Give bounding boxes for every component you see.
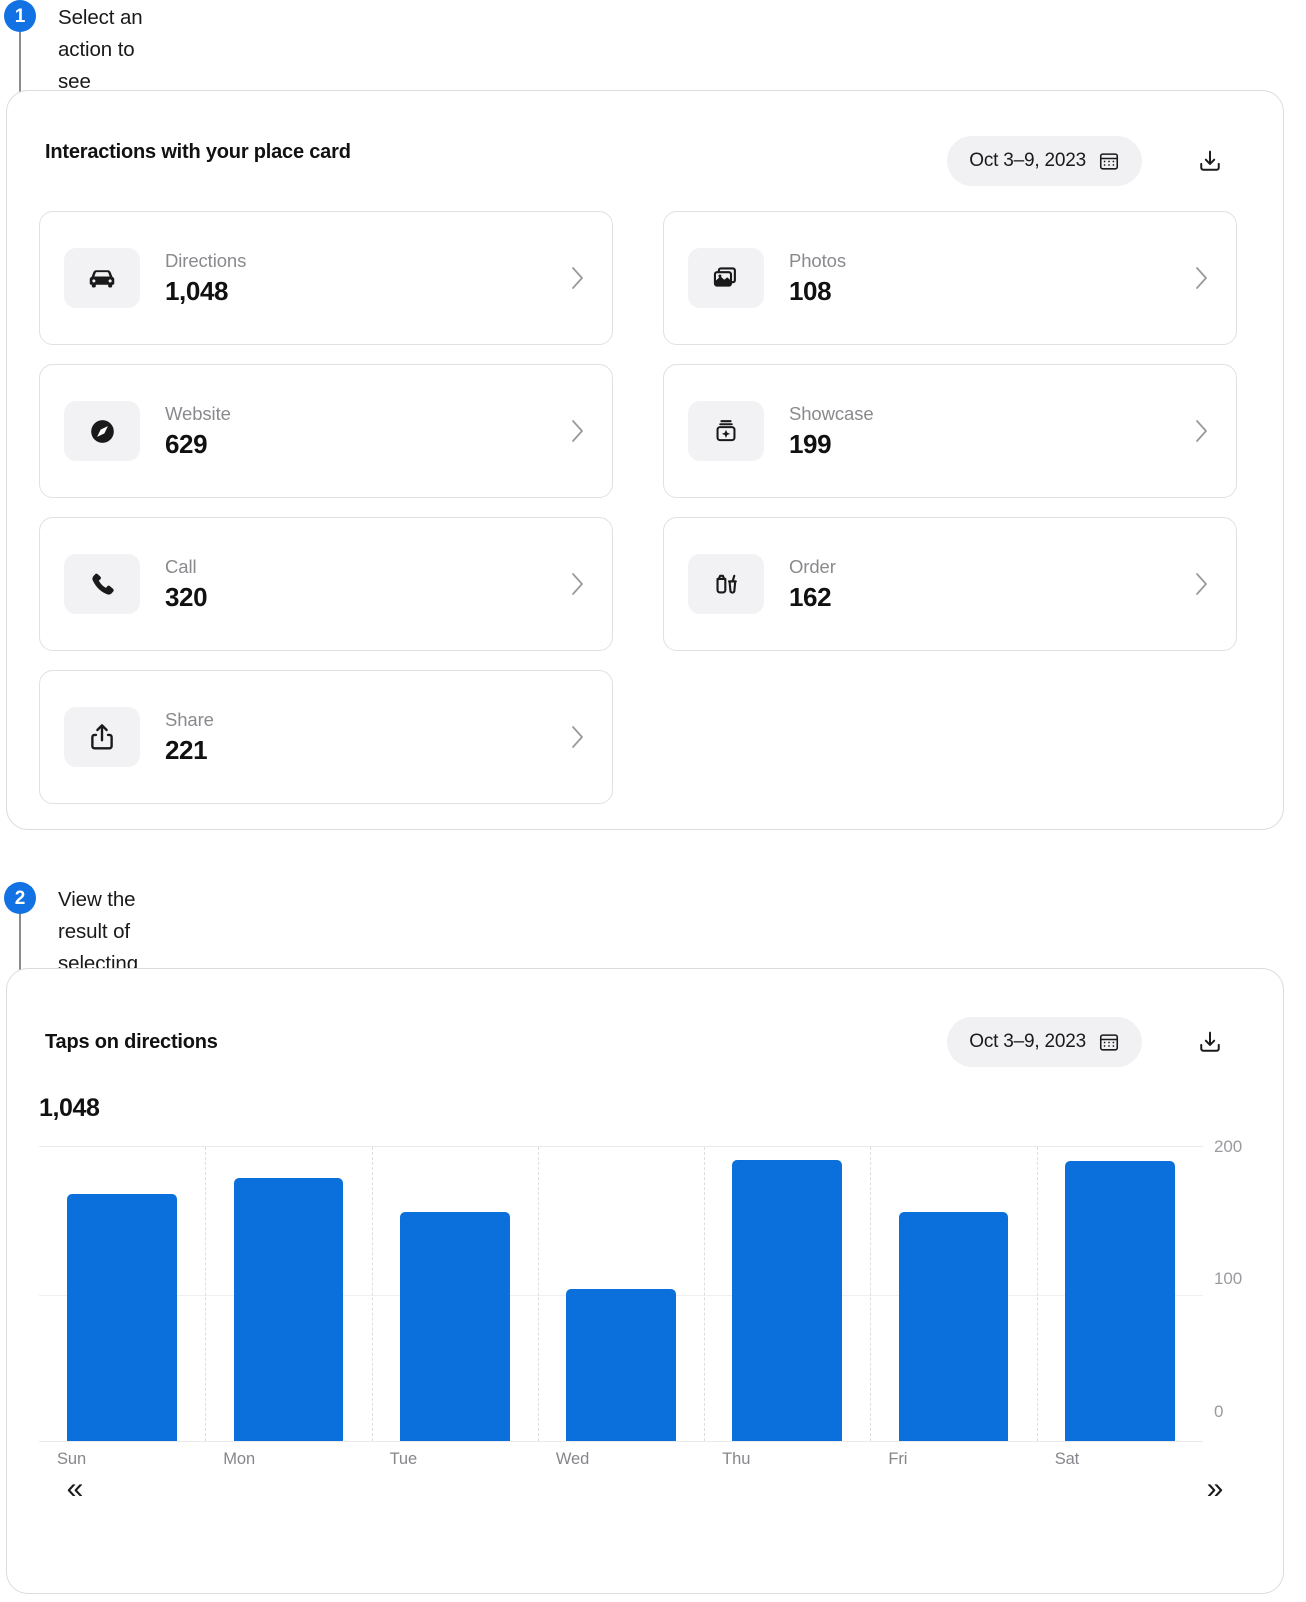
screenshot-root: 1 Select an action to see engagement ove… bbox=[0, 0, 1306, 1602]
bar-mon[interactable] bbox=[234, 1178, 344, 1441]
metric-value: 320 bbox=[165, 581, 570, 614]
gridline-vertical bbox=[870, 1147, 871, 1441]
gridline-vertical bbox=[704, 1147, 705, 1441]
chart-panel: Taps on directions Oct 3–9, 2023 bbox=[6, 968, 1284, 1594]
download-icon bbox=[1196, 147, 1224, 175]
metric-tile-directions[interactable]: Directions 1,048 bbox=[39, 211, 613, 345]
calendar-icon bbox=[1098, 1031, 1120, 1053]
next-period-button[interactable]: » bbox=[1193, 1469, 1237, 1509]
previous-period-button[interactable]: « bbox=[53, 1469, 97, 1509]
chevron-right-icon bbox=[570, 571, 586, 597]
car-icon bbox=[85, 261, 119, 295]
tile-body: Website 629 bbox=[165, 402, 570, 461]
tile-icon-wrap bbox=[688, 248, 764, 308]
download-icon bbox=[1196, 1028, 1224, 1056]
tile-icon-wrap bbox=[688, 401, 764, 461]
metric-value: 221 bbox=[165, 734, 570, 767]
tile-icon-wrap bbox=[64, 401, 140, 461]
date-range-label: Oct 3–9, 2023 bbox=[969, 1031, 1086, 1053]
metric-label: Order bbox=[789, 555, 1194, 579]
y-axis-tick-200: 200 bbox=[1214, 1137, 1242, 1157]
tile-body: Directions 1,048 bbox=[165, 249, 570, 308]
metric-label: Directions bbox=[165, 249, 570, 273]
metric-label: Call bbox=[165, 555, 570, 579]
tile-icon-wrap bbox=[64, 248, 140, 308]
metric-value: 162 bbox=[789, 581, 1194, 614]
bar-chart-plot bbox=[39, 1146, 1203, 1442]
x-axis-tick-tue: Tue bbox=[390, 1450, 418, 1469]
x-axis-tick-mon: Mon bbox=[223, 1450, 255, 1469]
metric-label: Showcase bbox=[789, 402, 1194, 426]
date-range-picker-chart[interactable]: Oct 3–9, 2023 bbox=[947, 1017, 1142, 1067]
showcase-icon bbox=[710, 415, 742, 447]
interactions-panel: Interactions with your place card Oct 3–… bbox=[6, 90, 1284, 830]
chevron-right-icon bbox=[570, 265, 586, 291]
metric-tile-share[interactable]: Share 221 bbox=[39, 670, 613, 804]
bar-tue[interactable] bbox=[400, 1212, 510, 1441]
y-axis-tick-0: 0 bbox=[1214, 1402, 1223, 1422]
metric-value: 108 bbox=[789, 275, 1194, 308]
chevron-right-icon bbox=[570, 724, 586, 750]
tile-icon-wrap bbox=[64, 707, 140, 767]
chevron-right-icon bbox=[570, 418, 586, 444]
step-1-badge: 1 bbox=[4, 0, 36, 32]
metric-tile-call[interactable]: Call 320 bbox=[39, 517, 613, 651]
chart-panel-title: Taps on directions bbox=[45, 1031, 218, 1054]
compass-icon bbox=[86, 415, 119, 448]
tile-body: Order 162 bbox=[789, 555, 1194, 614]
order-icon bbox=[710, 568, 743, 601]
bar-wed[interactable] bbox=[566, 1289, 676, 1441]
tile-body: Photos 108 bbox=[789, 249, 1194, 308]
photos-icon bbox=[710, 262, 743, 295]
metric-label: Share bbox=[165, 708, 570, 732]
gridline-vertical bbox=[372, 1147, 373, 1441]
date-range-picker-interactions[interactable]: Oct 3–9, 2023 bbox=[947, 136, 1142, 186]
tile-body: Share 221 bbox=[165, 708, 570, 767]
bar-sun[interactable] bbox=[67, 1194, 177, 1441]
x-axis-tick-sat: Sat bbox=[1055, 1450, 1079, 1469]
phone-icon bbox=[87, 569, 118, 600]
x-axis-tick-thu: Thu bbox=[722, 1450, 750, 1469]
x-axis-tick-sun: Sun bbox=[57, 1450, 86, 1469]
tile-icon-wrap bbox=[688, 554, 764, 614]
gridline-vertical bbox=[538, 1147, 539, 1441]
tile-body: Showcase 199 bbox=[789, 402, 1194, 461]
step-2-connector-line bbox=[19, 910, 21, 972]
metric-tile-showcase[interactable]: Showcase 199 bbox=[663, 364, 1237, 498]
x-axis-tick-wed: Wed bbox=[556, 1450, 589, 1469]
tile-body: Call 320 bbox=[165, 555, 570, 614]
metric-value: 629 bbox=[165, 428, 570, 461]
share-icon bbox=[87, 722, 117, 752]
bar-sat[interactable] bbox=[1065, 1161, 1175, 1441]
gridline-vertical bbox=[205, 1147, 206, 1441]
export-button-chart[interactable] bbox=[1190, 1022, 1230, 1062]
metric-value: 199 bbox=[789, 428, 1194, 461]
date-range-label: Oct 3–9, 2023 bbox=[969, 150, 1086, 172]
bar-thu[interactable] bbox=[732, 1160, 842, 1441]
interactions-panel-title: Interactions with your place card bbox=[45, 141, 351, 164]
chevron-right-icon bbox=[1194, 571, 1210, 597]
chevron-right-icon bbox=[1194, 265, 1210, 291]
gridline-vertical bbox=[1037, 1147, 1038, 1441]
export-button-interactions[interactable] bbox=[1190, 141, 1230, 181]
bar-fri[interactable] bbox=[899, 1212, 1009, 1441]
x-axis-tick-fri: Fri bbox=[888, 1450, 907, 1469]
metric-label: Photos bbox=[789, 249, 1194, 273]
step-2-badge: 2 bbox=[4, 882, 36, 914]
metric-label: Website bbox=[165, 402, 570, 426]
y-axis-tick-100: 100 bbox=[1214, 1269, 1242, 1289]
metric-value: 1,048 bbox=[165, 275, 570, 308]
calendar-icon bbox=[1098, 150, 1120, 172]
metric-tile-website[interactable]: Website 629 bbox=[39, 364, 613, 498]
chart-total-value: 1,048 bbox=[39, 1094, 100, 1123]
chevron-right-icon bbox=[1194, 418, 1210, 444]
metric-tile-order[interactable]: Order 162 bbox=[663, 517, 1237, 651]
metric-tile-photos[interactable]: Photos 108 bbox=[663, 211, 1237, 345]
tile-icon-wrap bbox=[64, 554, 140, 614]
